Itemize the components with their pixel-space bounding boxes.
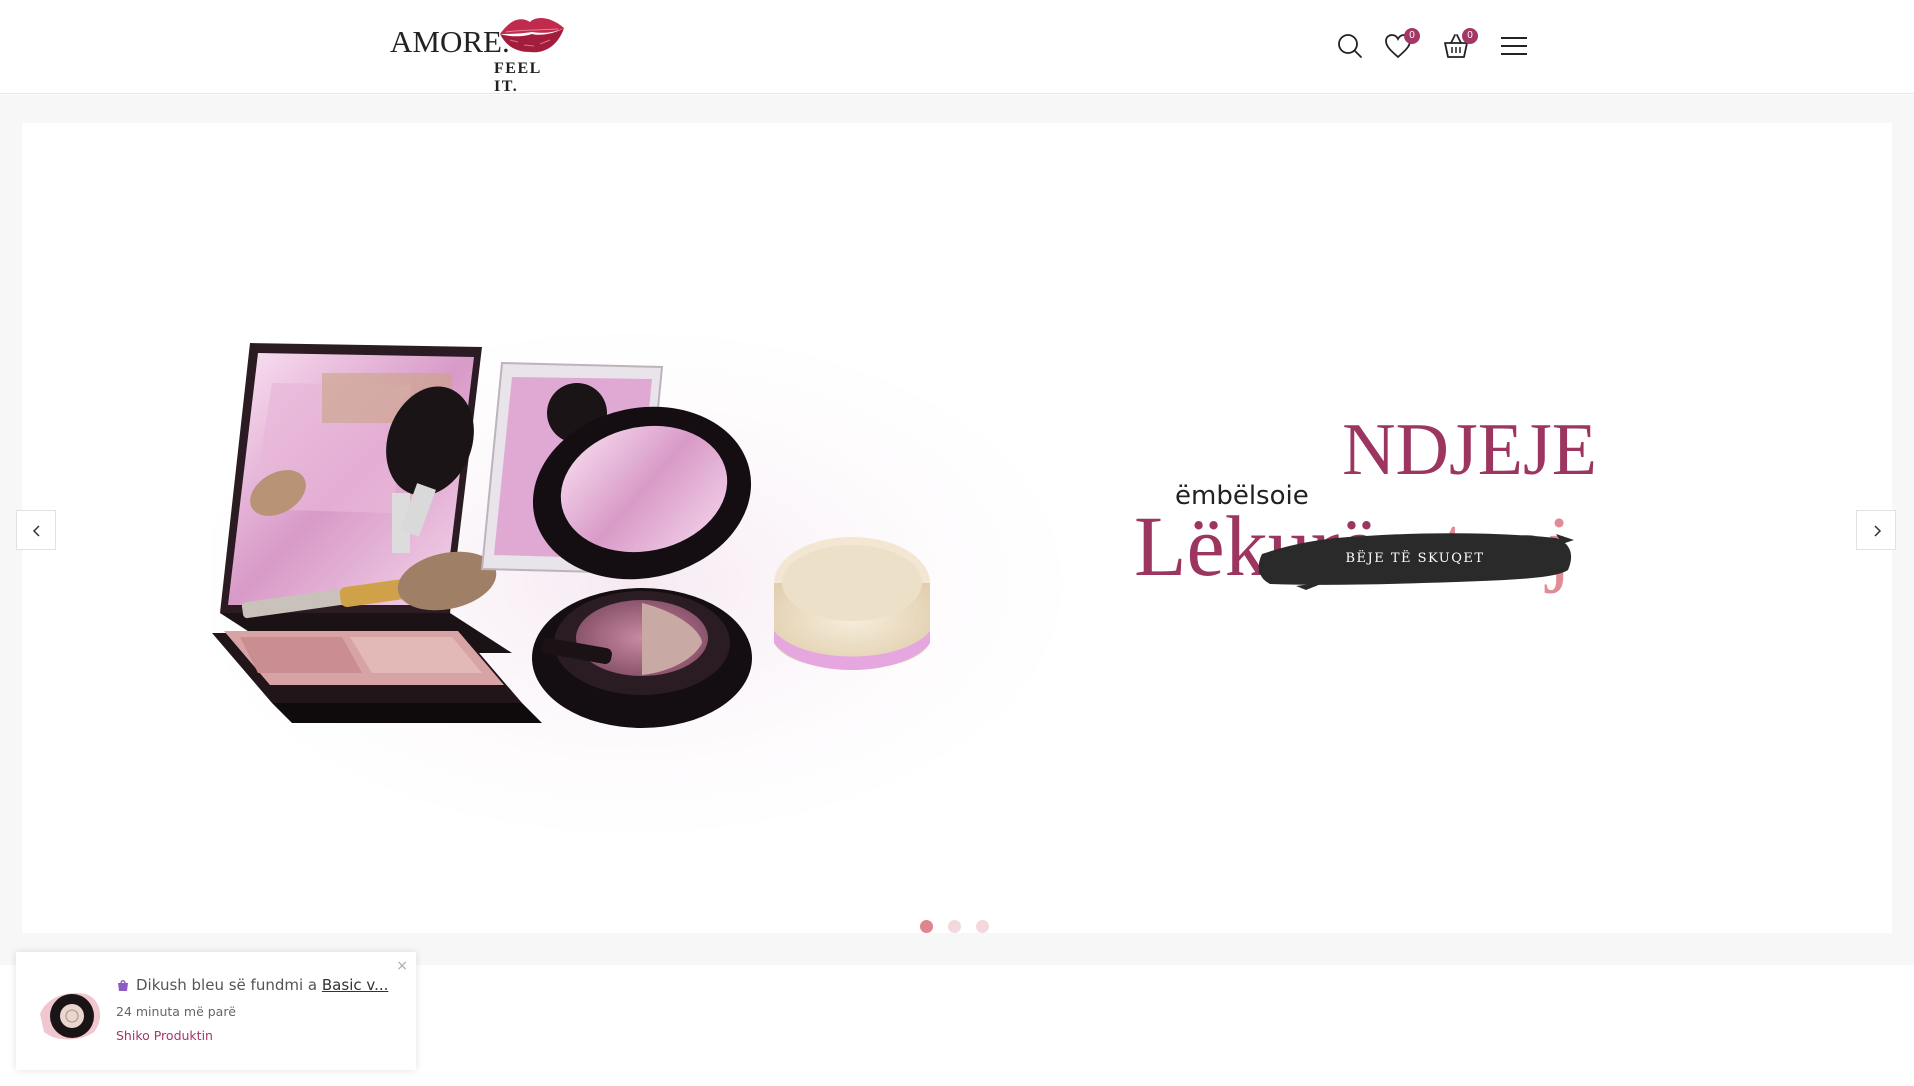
close-icon[interactable]: ×: [396, 958, 408, 974]
search-icon: [1338, 34, 1362, 58]
recent-purchase-popup: × Dikush bleu së fundmi a Basic v... 24 …: [16, 952, 416, 1070]
cart-count-badge: 0: [1462, 28, 1478, 44]
cart-button[interactable]: 0: [1440, 28, 1478, 62]
toast-product-link[interactable]: Basic v...: [322, 976, 389, 994]
hero-slider: NDJEJE ëmbëlsoie Lëkurën tuaj BËJE TË SK…: [0, 95, 1914, 965]
search-button[interactable]: [1334, 30, 1366, 62]
slider-dot-2[interactable]: [948, 920, 961, 933]
chevron-right-icon: [1874, 525, 1882, 537]
hero-title-top: NDJEJE: [1342, 409, 1597, 491]
slider-prev-button[interactable]: [16, 510, 56, 550]
logo-word: AMORE.: [390, 24, 510, 59]
toast-message: Dikush bleu së fundmi a Basic v...: [116, 976, 388, 994]
menu-icon: [1501, 37, 1527, 55]
shopping-bag-icon: [118, 980, 128, 991]
lips-logo-icon: [500, 18, 564, 53]
wishlist-count-badge: 0: [1404, 28, 1420, 44]
slider-pagination: [920, 920, 1000, 934]
slider-next-button[interactable]: [1856, 510, 1896, 550]
toast-message-text: Dikush bleu së fundmi a: [136, 976, 318, 994]
site-header: AMORE. FEEL IT. 0 0: [0, 0, 1914, 95]
hero-slide: NDJEJE ëmbëlsoie Lëkurën tuaj BËJE TË SK…: [22, 123, 1892, 933]
toast-time-ago: 24 minuta më parë: [116, 1004, 236, 1019]
logo-tagline: FEEL IT.: [494, 60, 541, 95]
chevron-left-icon: [32, 525, 40, 537]
hero-cta-label: BËJE TË SKUQET: [1345, 551, 1485, 566]
slider-dot-1[interactable]: [920, 920, 933, 933]
view-product-link[interactable]: Shiko Produktin: [116, 1028, 213, 1043]
menu-button[interactable]: [1498, 30, 1530, 62]
slider-dot-3[interactable]: [976, 920, 989, 933]
brand-logo[interactable]: AMORE. FEEL IT.: [390, 12, 570, 95]
wishlist-button[interactable]: 0: [1382, 28, 1420, 62]
product-thumbnail[interactable]: [36, 984, 106, 1044]
hero-cta-button[interactable]: BËJE TË SKUQET: [1256, 526, 1574, 592]
cosmetics-product-image: [212, 333, 1062, 833]
